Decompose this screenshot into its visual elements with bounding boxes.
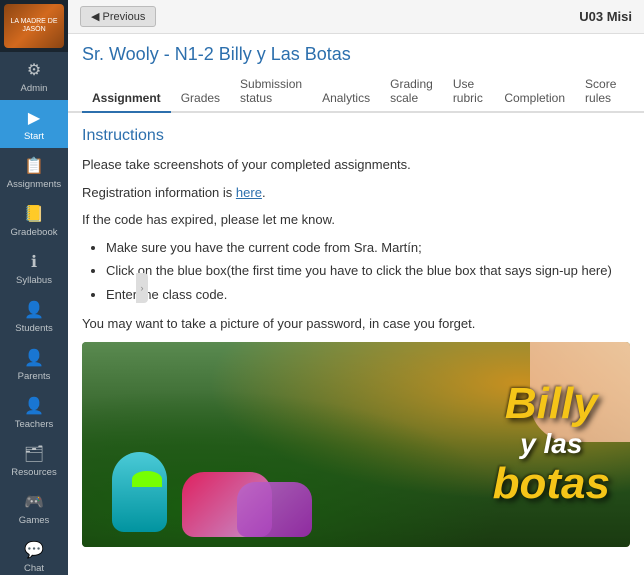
resources-icon: 🗂 <box>24 444 44 464</box>
sidebar-item-assignments[interactable]: 📋 Assignments <box>0 148 68 196</box>
sidebar-item-syllabus[interactable]: ℹ Syllabus <box>0 244 68 292</box>
y-las-text: y las <box>493 428 610 460</box>
content-area: Instructions Please take screenshots of … <box>68 113 644 575</box>
gradebook-icon: 📒 <box>24 204 44 224</box>
previous-button[interactable]: ◀ Previous <box>80 6 156 27</box>
sidebar-item-gradebook[interactable]: 📒 Gradebook <box>0 196 68 244</box>
botas-word: botas <box>493 462 610 506</box>
main-content: ◀ Previous U03 Misi Sr. Wooly - N1-2 Bil… <box>68 0 644 575</box>
sidebar-label-gradebook: Gradebook <box>10 227 57 238</box>
paragraph-password: You may want to take a picture of your p… <box>82 314 630 334</box>
creature-shape <box>112 452 167 532</box>
admin-icon: ⚙ <box>27 60 41 80</box>
teachers-icon: 👤 <box>24 396 44 416</box>
tabs-bar: Assignment Grades Submission status Anal… <box>68 71 644 113</box>
registration-period: . <box>262 185 266 200</box>
here-link[interactable]: here <box>236 185 262 200</box>
billy-botas-image: Billy y las botas <box>82 342 630 547</box>
billy-word: Billy <box>493 382 610 426</box>
tab-grading-scale[interactable]: Grading scale <box>380 71 443 113</box>
sidebar-item-students[interactable]: 👤 Students <box>0 292 68 340</box>
assignment-title-bar: Sr. Wooly - N1-2 Billy y Las Botas <box>68 34 644 71</box>
students-icon: 👤 <box>24 300 44 320</box>
sidebar-label-students: Students <box>15 323 53 334</box>
tab-analytics[interactable]: Analytics <box>312 85 380 113</box>
sidebar-label-teachers: Teachers <box>15 419 54 430</box>
sidebar-label-admin: Admin <box>21 83 48 94</box>
logo-image: LA MADRE DE JASÓN <box>4 4 64 48</box>
tab-grades[interactable]: Grades <box>171 85 230 113</box>
tab-assignment[interactable]: Assignment <box>82 85 171 113</box>
instructions-list: Make sure you have the current code from… <box>106 238 630 305</box>
syllabus-icon: ℹ <box>31 252 37 272</box>
sidebar: LA MADRE DE JASÓN ⚙ Admin ▶ Start 📋 Assi… <box>0 0 68 575</box>
sidebar-item-start[interactable]: ▶ Start <box>0 100 68 148</box>
list-item-3: Enter the class code. <box>106 285 630 305</box>
paragraph-expired: If the code has expired, please let me k… <box>82 210 630 230</box>
sidebar-item-teachers[interactable]: 👤 Teachers <box>0 388 68 436</box>
parents-icon: 👤 <box>24 348 44 368</box>
list-item-2: Click on the blue box(the first time you… <box>106 261 630 281</box>
creature-hair <box>132 471 162 487</box>
list-item-1: Make sure you have the current code from… <box>106 238 630 258</box>
paragraph-screenshots: Please take screenshots of your complete… <box>82 155 630 175</box>
sidebar-label-chat: Chat <box>24 563 44 574</box>
sidebar-label-start: Start <box>24 131 44 142</box>
start-icon: ▶ <box>28 108 40 128</box>
tab-completion[interactable]: Completion <box>494 85 575 113</box>
assignments-icon: 📋 <box>24 156 44 176</box>
games-icon: 🎮 <box>24 492 44 512</box>
sidebar-item-parents[interactable]: 👤 Parents <box>0 340 68 388</box>
sidebar-item-admin[interactable]: ⚙ Admin <box>0 52 68 100</box>
boot-shape-2 <box>237 482 312 537</box>
instructions-title: Instructions <box>82 127 630 145</box>
assignment-title: Sr. Wooly - N1-2 Billy y Las Botas <box>82 44 630 65</box>
registration-text: Registration information is <box>82 185 236 200</box>
sidebar-item-games[interactable]: 🎮 Games <box>0 484 68 532</box>
sidebar-label-games: Games <box>19 515 50 526</box>
billy-text-overlay: Billy y las botas <box>493 382 610 506</box>
topbar: ◀ Previous U03 Misi <box>68 0 644 34</box>
chat-icon: 💬 <box>24 540 44 560</box>
paragraph-registration: Registration information is here. <box>82 183 630 203</box>
tab-submission-status[interactable]: Submission status <box>230 71 312 113</box>
sidebar-label-syllabus: Syllabus <box>16 275 52 286</box>
sidebar-logo: LA MADRE DE JASÓN <box>0 0 68 52</box>
sidebar-label-resources: Resources <box>11 467 56 478</box>
unit-label: U03 Misi <box>579 9 632 24</box>
sidebar-label-assignments: Assignments <box>7 179 61 190</box>
tab-use-rubric[interactable]: Use rubric <box>443 71 495 113</box>
sidebar-label-parents: Parents <box>18 371 51 382</box>
tab-score-rules[interactable]: Score rules <box>575 71 630 113</box>
sidebar-item-chat[interactable]: 💬 Chat <box>0 532 68 575</box>
sidebar-item-resources[interactable]: 🗂 Resources <box>0 436 68 484</box>
sidebar-collapse-handle[interactable]: › <box>136 273 148 303</box>
